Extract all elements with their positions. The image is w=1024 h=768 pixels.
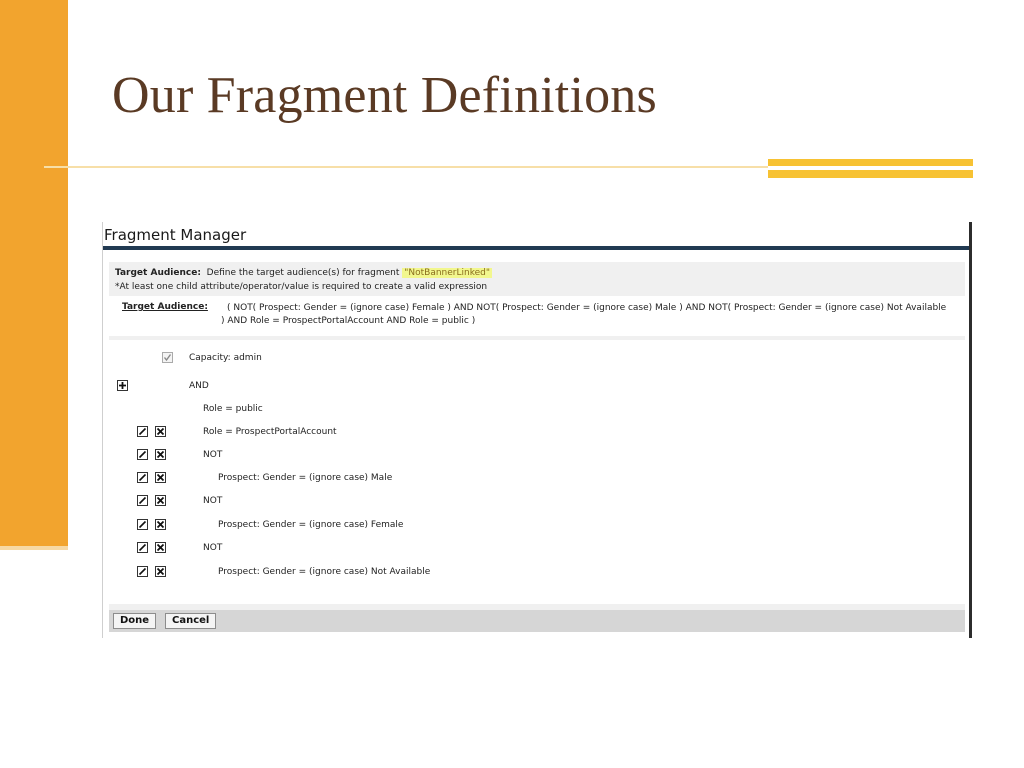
- cancel-button[interactable]: Cancel: [165, 613, 217, 629]
- panel-title-rule: [103, 246, 969, 250]
- pencil-icon[interactable]: [137, 449, 148, 460]
- expression-text: ( NOT( Prospect: Gender = (ignore case) …: [221, 303, 947, 326]
- title-accent-stripe-top: [768, 159, 973, 166]
- tree-row: NOT: [203, 496, 223, 506]
- expression-label: Target Audience:: [122, 302, 208, 312]
- left-accent-bar: [0, 0, 68, 546]
- close-icon[interactable]: [155, 495, 166, 506]
- fragment-name: "NotBannerLinked": [402, 268, 492, 278]
- tree-row: NOT: [203, 450, 223, 460]
- title-accent-stripe-bottom: [768, 170, 973, 178]
- pencil-icon[interactable]: [137, 566, 148, 577]
- tree-row: NOT: [203, 543, 223, 553]
- expression-tree: Capacity: admin AND Role = public Role =…: [109, 340, 965, 604]
- close-icon[interactable]: [155, 519, 166, 530]
- close-icon[interactable]: [155, 566, 166, 577]
- target-audience-header-text: Define the target audience(s) for fragme…: [206, 268, 400, 278]
- tree-row: Role = ProspectPortalAccount: [203, 427, 337, 437]
- fragment-manager-screenshot: Fragment Manager Target Audience: Define…: [102, 222, 972, 638]
- panel-title: Fragment Manager: [104, 226, 247, 244]
- target-audience-header-label: Target Audience:: [115, 268, 201, 278]
- close-icon[interactable]: [155, 426, 166, 437]
- fragment-editor: Target Audience: Define the target audie…: [109, 262, 965, 632]
- tree-row: Prospect: Gender = (ignore case) Female: [218, 520, 404, 530]
- plus-icon[interactable]: [117, 380, 128, 391]
- tree-row: Prospect: Gender = (ignore case) Not Ava…: [218, 567, 431, 577]
- close-icon[interactable]: [155, 542, 166, 553]
- pencil-icon[interactable]: [137, 519, 148, 530]
- left-accent-shadow: [0, 546, 68, 550]
- target-audience-header: Target Audience: Define the target audie…: [115, 266, 492, 280]
- pencil-icon[interactable]: [137, 495, 148, 506]
- validation-note: *At least one child attribute/operator/v…: [115, 282, 488, 292]
- done-button[interactable]: Done: [113, 613, 157, 629]
- title-rule: [44, 166, 768, 168]
- operator-and: AND: [189, 381, 209, 391]
- tree-row: Role = public: [203, 404, 263, 414]
- slide-title: Our Fragment Definitions: [112, 67, 657, 124]
- close-icon[interactable]: [155, 472, 166, 483]
- pencil-icon[interactable]: [137, 426, 148, 437]
- close-icon[interactable]: [155, 449, 166, 460]
- pencil-icon[interactable]: [137, 542, 148, 553]
- checkbox-icon[interactable]: [162, 352, 173, 363]
- tree-row: Prospect: Gender = (ignore case) Male: [218, 473, 393, 483]
- button-bar: Done Cancel: [109, 610, 965, 632]
- pencil-icon[interactable]: [137, 472, 148, 483]
- expression-box: Target Audience: ( NOT( Prospect: Gender…: [109, 296, 965, 336]
- capacity-label: Capacity: admin: [189, 353, 262, 363]
